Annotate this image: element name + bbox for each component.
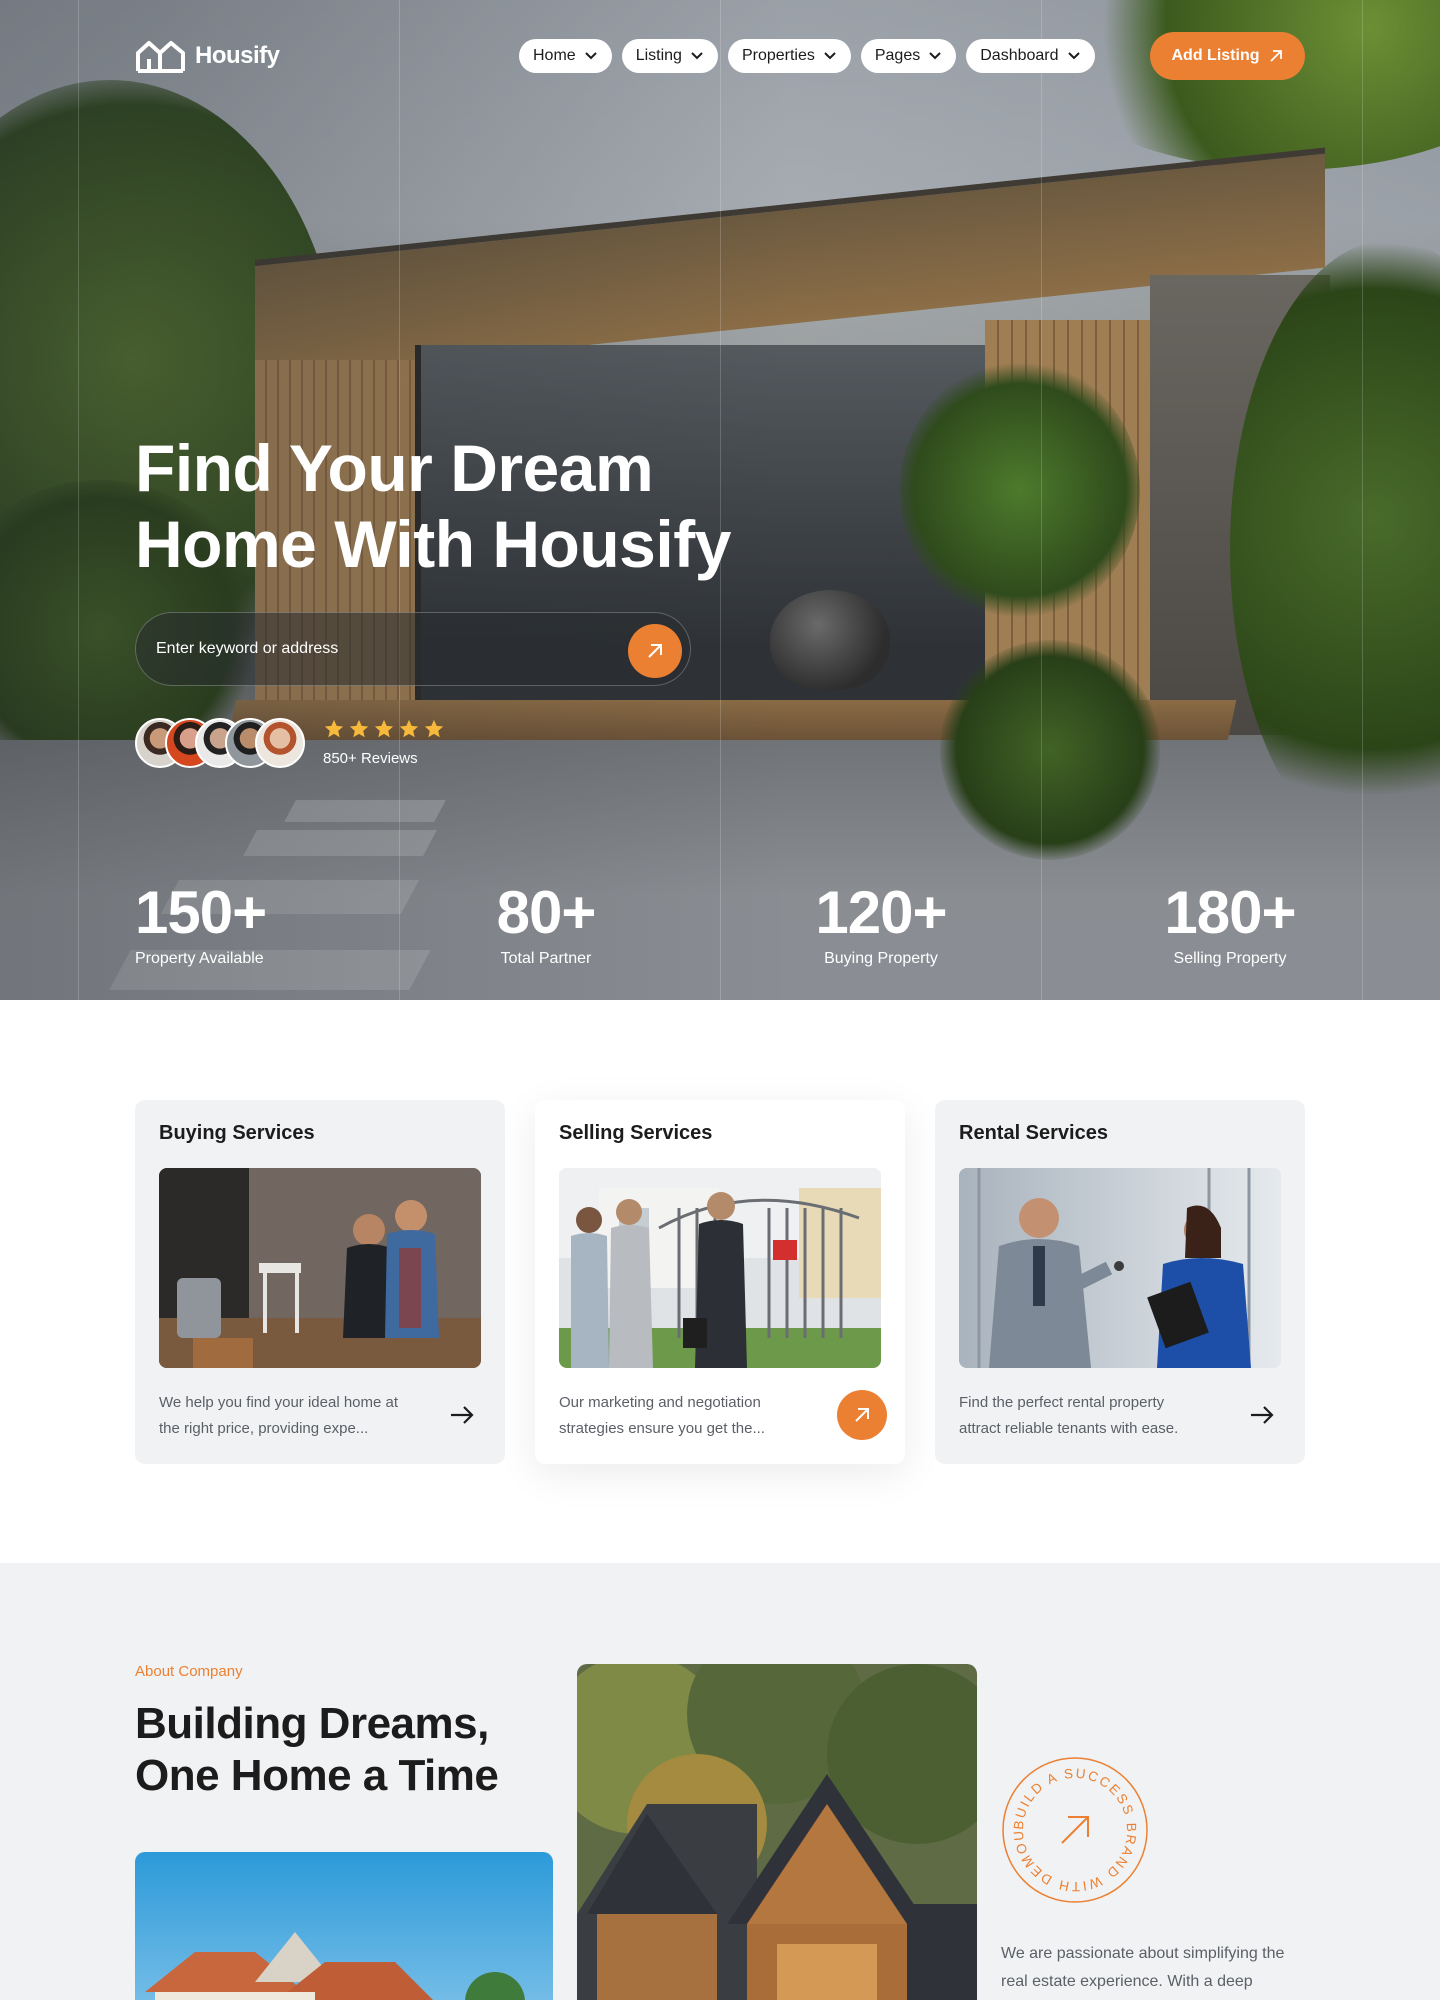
grid-line bbox=[1041, 0, 1042, 1000]
card-description-line: the right price, providing expe... bbox=[159, 1420, 369, 1437]
card-description: We help you find your ideal home at the … bbox=[159, 1390, 429, 1442]
card-description-line: Our marketing and negotiation bbox=[559, 1394, 761, 1411]
card-description-line: attract reliable tenants with ease. bbox=[959, 1420, 1179, 1437]
key-handover-photo bbox=[959, 1168, 1281, 1368]
card-title: Rental Services bbox=[959, 1122, 1108, 1144]
couple-with-keys-photo bbox=[159, 1168, 481, 1368]
arrow-up-right-icon bbox=[1270, 50, 1283, 62]
card-description-line: strategies ensure you get the... bbox=[559, 1420, 765, 1437]
stat-label: Selling Property bbox=[1173, 950, 1287, 967]
star-icon bbox=[374, 719, 394, 738]
card-link-button[interactable] bbox=[437, 1390, 487, 1440]
logo[interactable]: Housify bbox=[135, 38, 280, 74]
star-icon bbox=[424, 719, 444, 738]
card-description: Our marketing and negotiation strategies… bbox=[559, 1390, 829, 1442]
stat-value: 120+ bbox=[815, 879, 947, 946]
about-title-line: One Home a Time bbox=[135, 1751, 499, 1800]
circular-badge-icon: BUILD A SUCCESS BRAND WITH DEMOUI bbox=[997, 1743, 1148, 1903]
stat-label: Total Partner bbox=[500, 950, 592, 967]
card-title: Selling Services bbox=[559, 1122, 713, 1144]
reviewer-avatars bbox=[135, 718, 307, 768]
svg-text:BUILD A SUCCESS BRAND WITH DEM: BUILD A SUCCESS BRAND WITH DEMOUI bbox=[1000, 1755, 1139, 1894]
search-submit-button[interactable] bbox=[628, 624, 682, 678]
stat-value: 180+ bbox=[1164, 879, 1296, 946]
chevron-down-icon bbox=[929, 52, 941, 60]
nav-label: Home bbox=[533, 47, 576, 64]
about-description: We are passionate about simplifying the … bbox=[1001, 1940, 1311, 1996]
add-listing-button[interactable]: Add Listing bbox=[1150, 32, 1305, 80]
villa-photo bbox=[135, 1852, 553, 2000]
add-listing-label: Add Listing bbox=[1171, 47, 1260, 64]
about-title: Building Dreams, One Home a Time bbox=[135, 1698, 499, 1802]
service-card-buying[interactable]: Buying Services We help you find your id… bbox=[135, 1100, 505, 1464]
star-icon bbox=[349, 719, 369, 738]
rating-stars bbox=[323, 718, 445, 740]
success-brand-badge[interactable]: BUILD A SUCCESS BRAND WITH DEMOUI bbox=[997, 1743, 1150, 1905]
arrow-up-right-icon bbox=[1061, 1816, 1089, 1844]
hero-section: Housify Home Listing Properties Pages Da… bbox=[0, 0, 1440, 1000]
chevron-down-icon bbox=[584, 52, 597, 60]
service-card-selling[interactable]: Selling Services Our marketing and negot… bbox=[535, 1100, 905, 1464]
card-image bbox=[559, 1168, 881, 1368]
stat-label: Property Available bbox=[135, 950, 264, 967]
stat-value: 80+ bbox=[496, 879, 597, 946]
nav-label: Properties bbox=[741, 47, 815, 64]
main-nav: Home Listing Properties Pages Dashboard bbox=[519, 39, 1095, 73]
card-description-line: Find the perfect rental property bbox=[959, 1394, 1165, 1411]
stat-total-partner: 80+ Total Partner bbox=[488, 878, 604, 968]
about-eyebrow: About Company bbox=[135, 1663, 243, 1680]
services-section: Buying Services We help you find your id… bbox=[0, 1000, 1440, 1563]
nav-label: Dashboard bbox=[980, 47, 1059, 64]
about-title-line: Building Dreams, bbox=[135, 1699, 489, 1748]
hero-title-line: Home With Housify bbox=[135, 507, 731, 581]
arrow-up-right-icon bbox=[855, 1408, 869, 1422]
nav-item-home[interactable]: Home bbox=[519, 39, 612, 73]
badge-text: BUILD A SUCCESS BRAND WITH DEMOUI bbox=[997, 1743, 1137, 1894]
arrow-right-icon bbox=[451, 1406, 474, 1424]
card-link-button[interactable] bbox=[837, 1390, 887, 1440]
stat-label: Buying Property bbox=[824, 950, 938, 967]
stat-selling-property: 180+ Selling Property bbox=[1155, 878, 1305, 968]
nav-item-listing[interactable]: Listing bbox=[621, 39, 718, 73]
nav-label: Listing bbox=[635, 47, 682, 64]
reviews-count: 850+ Reviews bbox=[323, 750, 418, 767]
card-image bbox=[159, 1168, 481, 1368]
nav-item-properties[interactable]: Properties bbox=[727, 39, 851, 73]
card-description-line: We help you find your ideal home at bbox=[159, 1394, 399, 1411]
hero-search bbox=[135, 612, 691, 686]
card-link-button[interactable] bbox=[1237, 1390, 1287, 1440]
avatar bbox=[255, 718, 305, 768]
nav-label: Pages bbox=[874, 47, 921, 64]
cabins-photo bbox=[577, 1664, 977, 2000]
service-card-rental[interactable]: Rental Services Find the perfect rental … bbox=[935, 1100, 1305, 1464]
nav-item-dashboard[interactable]: Dashboard bbox=[966, 39, 1095, 73]
stat-value: 150+ bbox=[135, 879, 267, 946]
about-description-line: real estate experience. With a deep bbox=[1001, 1973, 1253, 1990]
arrow-up-right-icon bbox=[648, 644, 662, 658]
handshake-house-photo bbox=[559, 1168, 881, 1368]
house-logo-icon bbox=[136, 41, 185, 73]
chevron-down-icon bbox=[1067, 52, 1080, 60]
stat-property-available: 150+ Property Available bbox=[135, 878, 267, 968]
grid-line bbox=[78, 0, 79, 1000]
chevron-down-icon bbox=[824, 52, 836, 60]
star-icon bbox=[399, 719, 419, 738]
about-description-line: We are passionate about simplifying the bbox=[1001, 1945, 1285, 1962]
chevron-down-icon bbox=[691, 52, 703, 60]
card-image bbox=[959, 1168, 1281, 1368]
logo-text: Housify bbox=[195, 42, 280, 69]
about-image-cabins bbox=[577, 1664, 977, 2000]
stat-buying-property: 120+ Buying Property bbox=[808, 878, 954, 968]
arrow-right-icon bbox=[1251, 1406, 1274, 1424]
nav-item-pages[interactable]: Pages bbox=[860, 39, 957, 73]
hero-title-line: Find Your Dream bbox=[135, 431, 654, 505]
card-description: Find the perfect rental property attract… bbox=[959, 1390, 1229, 1442]
hero-title: Find Your Dream Home With Housify bbox=[135, 430, 895, 582]
about-image-villa bbox=[135, 1852, 553, 2000]
search-input[interactable] bbox=[156, 613, 596, 685]
grid-line bbox=[1362, 0, 1363, 1000]
star-icon bbox=[324, 719, 344, 738]
about-section: About Company Building Dreams, One Home … bbox=[0, 1563, 1440, 2000]
card-title: Buying Services bbox=[159, 1122, 315, 1144]
